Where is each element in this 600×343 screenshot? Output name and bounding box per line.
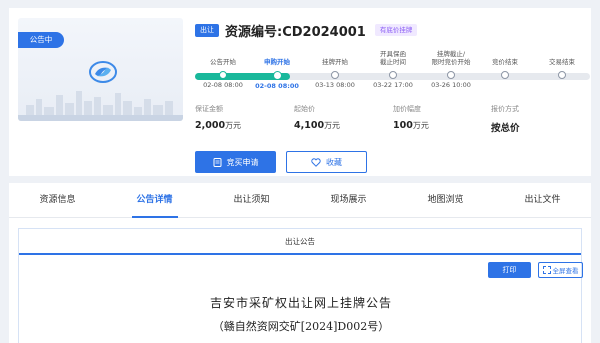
timeline-step: 申购开始 02-08 08:00 [247, 46, 307, 91]
quote-method-info: 报价方式 按总价 [491, 104, 520, 134]
timeline-step-dot [331, 71, 339, 79]
timeline-step: 公告开始 02-08 08:00 [193, 46, 253, 90]
timeline-step-date: 03-13 08:00 [315, 81, 355, 89]
timeline-step: 竞价结束 [475, 46, 535, 90]
print-button[interactable]: 打印 [488, 262, 531, 278]
timeline-step-dot [389, 71, 397, 79]
timeline-step-date: 03-22 17:00 [373, 81, 413, 89]
timeline-step-date: 03-26 10:00 [431, 81, 471, 89]
brand-logo-icon [89, 61, 117, 83]
timeline-step: 开具保函 截止时间 03-22 17:00 [363, 46, 423, 90]
bid-apply-button[interactable]: 竞买申请 [195, 151, 276, 173]
timeline-step-dot [219, 71, 227, 79]
tab-item[interactable]: 现场展示 [300, 183, 397, 217]
tab-item[interactable]: 出让须知 [203, 183, 300, 217]
timeline-step: 交易结束 [532, 46, 592, 90]
tab-item[interactable]: 资源信息 [9, 183, 106, 217]
status-tag: 公告中 [18, 32, 64, 48]
timeline-step: 挂牌开始 03-13 08:00 [305, 46, 365, 90]
tab-item[interactable]: 出让文件 [494, 183, 591, 217]
notice-panel: 出让公告 打印 全屏查看 吉安市采矿权出让网上挂牌公告 （赣自然资网交矿[202… [18, 228, 583, 343]
timeline-step-dot [501, 71, 509, 79]
fullscreen-button[interactable]: 全屏查看 [538, 262, 583, 278]
deposit-value: 2,000万元 [195, 120, 242, 131]
timeline-step-date: 02-08 08:00 [203, 81, 243, 89]
start-price-label: 起始价 [294, 105, 315, 113]
start-price-info: 起始价 4,100万元 [294, 104, 340, 131]
favorite-button[interactable]: 收藏 [286, 151, 367, 173]
deposit-info: 保证金额 2,000万元 [195, 104, 241, 131]
transfer-badge: 出让 [195, 23, 219, 37]
timeline-step-date [532, 81, 592, 90]
tab-item[interactable]: 公告详情 [106, 183, 203, 218]
cover-image: 公告中 [18, 18, 183, 121]
timeline-step-label: 公告开始 [210, 58, 236, 66]
transaction-timeline: 公告开始 02-08 08:00 申购开始 02-08 08:00 挂牌开始 03-13 … [195, 46, 590, 94]
timeline-step-date: 02-08 08:00 [255, 82, 299, 90]
skyline-illustration [18, 91, 183, 121]
quote-method-label: 报价方式 [491, 105, 519, 113]
expand-icon [542, 266, 551, 274]
quote-method-value: 按总价 [491, 123, 520, 134]
timeline-step-dot [447, 71, 455, 79]
listing-card: 公告中 出让 资源编号:CD2024001 有底价挂牌 公告开始 02-08 08… [9, 8, 591, 176]
notice-header: 出让公告 [19, 229, 581, 255]
timeline-step-label: 竞价结束 [492, 58, 518, 66]
timeline-step-label: 申购开始 [264, 58, 290, 66]
bid-apply-label: 竞买申请 [226, 157, 259, 167]
document-number: （赣自然资网交矿[2024]D002号） [212, 320, 390, 333]
reserve-price-badge: 有底价挂牌 [374, 24, 418, 36]
tab-item[interactable]: 地图浏览 [397, 183, 494, 217]
timeline-step-label: 开具保函 截止时间 [380, 50, 406, 66]
favorite-label: 收藏 [326, 157, 342, 167]
listing-title-row: 出让 资源编号:CD2024001 有底价挂牌 [195, 22, 418, 40]
deposit-label: 保证金额 [195, 105, 223, 113]
timeline-step: 挂牌截止/ 限时竞价开始 03-26 10:00 [421, 46, 481, 90]
detail-panel: 资源信息 公告详情 出让须知 现场展示 地图浏览 出让文件 出让公告 打印 全屏查看 吉安… [9, 183, 591, 343]
timeline-step-dot [272, 71, 282, 80]
timeline-step-label: 挂牌开始 [322, 58, 348, 66]
resource-number: 资源编号:CD2024001 [225, 24, 366, 40]
heart-icon [311, 157, 321, 167]
timeline-step-label: 交易结束 [549, 58, 575, 66]
timeline-step-date [475, 81, 535, 90]
document-icon [213, 157, 221, 167]
fullscreen-label: 全屏查看 [552, 267, 579, 275]
document-title: 吉安市采矿权出让网上挂牌公告 [209, 296, 392, 310]
increment-label: 加价幅度 [393, 105, 421, 113]
detail-tabs: 资源信息 公告详情 出让须知 现场展示 地图浏览 出让文件 [9, 183, 591, 218]
increment-info: 加价幅度 100万元 [393, 104, 429, 131]
timeline-step-dot [558, 71, 566, 79]
increment-value: 100万元 [393, 120, 429, 131]
start-price-value: 4,100万元 [294, 120, 341, 131]
timeline-step-label: 挂牌截止/ 限时竞价开始 [431, 50, 471, 66]
